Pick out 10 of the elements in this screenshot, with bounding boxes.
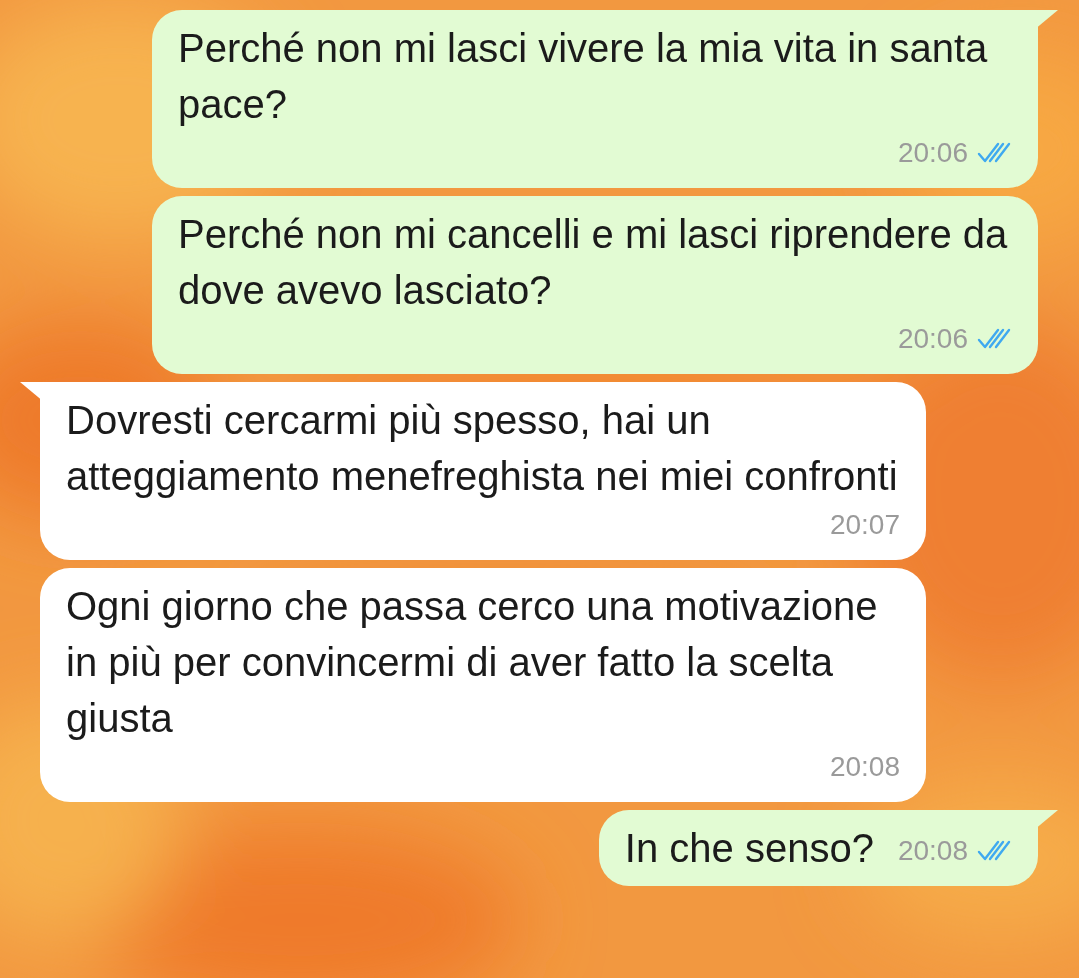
- message-text: Ogni giorno che passa cerco una motivazione in più per convincermi di aver fatto la scelta giusta: [66, 583, 879, 742]
- message-text: Perché non mi cancelli e mi lasci riprendere da dove avevo lasciato?: [178, 211, 1009, 314]
- message-time: 20:06: [897, 136, 968, 170]
- message-time: 20:08: [897, 834, 968, 868]
- message-text: In che senso?: [624, 825, 874, 872]
- message-time: 20:08: [829, 750, 900, 784]
- message-time: 20:06: [897, 322, 968, 356]
- message-text: Dovresti cercarmi più spesso, hai un atteggiamento menefreghista nei miei confronti: [66, 397, 899, 500]
- message-time: 20:07: [829, 508, 900, 542]
- message-text: Perché non mi lasci vivere la mia vita in santa pace?: [178, 25, 989, 128]
